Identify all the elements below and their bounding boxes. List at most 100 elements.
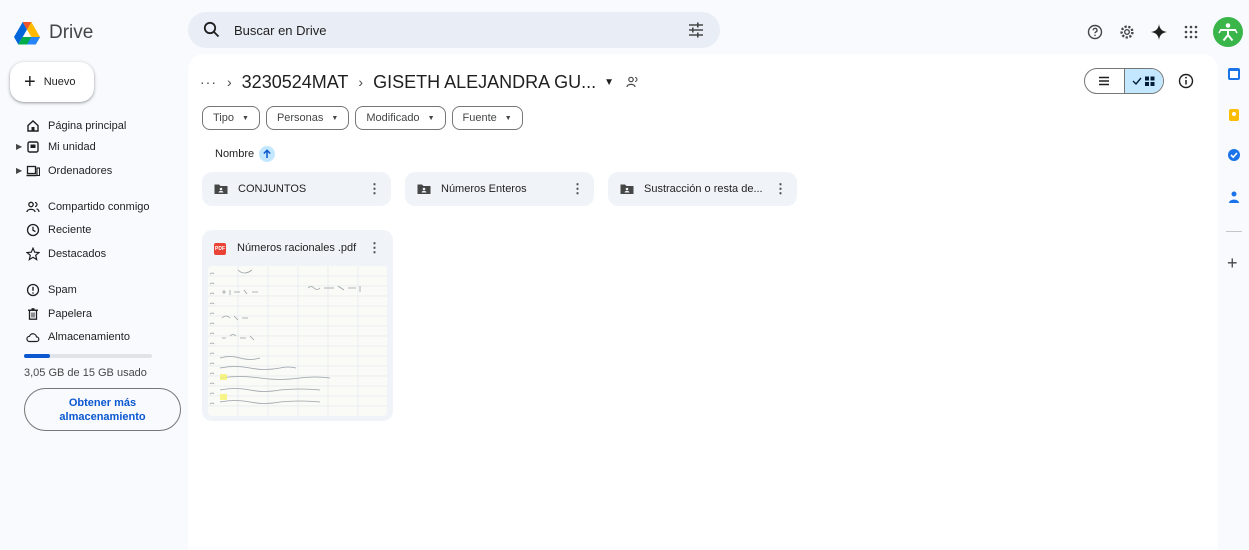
- computer-icon: [26, 165, 40, 177]
- contacts-icon[interactable]: [1227, 190, 1241, 204]
- more-options-icon[interactable]: ⋮: [368, 240, 381, 256]
- sidebar-item-computers[interactable]: ▶ Ordenadores: [0, 161, 188, 181]
- info-icon[interactable]: [1176, 71, 1196, 91]
- filter-label: Modificado: [366, 112, 420, 124]
- breadcrumb-parent[interactable]: 3230524MAT: [242, 72, 349, 93]
- filter-source[interactable]: Fuente ▼: [451, 106, 523, 130]
- filter-modified[interactable]: Modificado ▼: [355, 106, 446, 130]
- filter-people[interactable]: Personas ▼: [265, 106, 350, 130]
- dropdown-arrow-icon[interactable]: ▼: [604, 77, 614, 88]
- tasks-icon[interactable]: [1227, 148, 1241, 162]
- cloud-icon: [26, 333, 40, 343]
- more-options-icon[interactable]: ⋮: [774, 181, 787, 197]
- my-drive-icon: [27, 141, 39, 153]
- sidebar-item-label: Mi unidad: [48, 141, 96, 153]
- expand-caret-icon[interactable]: ▶: [16, 166, 22, 175]
- storage-usage-fill: [24, 354, 50, 358]
- sidebar-item-starred[interactable]: Destacados: [0, 244, 188, 264]
- search-options-icon[interactable]: [686, 20, 706, 40]
- gemini-button[interactable]: [1143, 16, 1175, 48]
- sidebar-item-label: Destacados: [48, 248, 107, 260]
- keep-icon[interactable]: [1227, 108, 1241, 122]
- search-bar[interactable]: [188, 12, 720, 48]
- help-button[interactable]: [1079, 16, 1111, 48]
- arrow-up-icon: [263, 149, 271, 158]
- file-thumbnail: [208, 266, 387, 416]
- sidebar-item-label: Spam: [48, 284, 77, 296]
- get-more-storage-label: Obtener más almacenamiento: [59, 396, 145, 424]
- breadcrumb-more[interactable]: ···: [200, 74, 217, 90]
- folder-item[interactable]: Números Enteros ⋮: [405, 172, 594, 206]
- sort-by-name[interactable]: Nombre: [215, 146, 276, 162]
- search-input[interactable]: [234, 22, 654, 38]
- calendar-icon[interactable]: [1227, 67, 1241, 81]
- gear-icon: [1120, 25, 1134, 39]
- breadcrumb-current[interactable]: GISETH ALEJANDRA GU...: [373, 72, 596, 93]
- shared-icon: [26, 201, 40, 213]
- shared-folder-icon: [214, 184, 228, 194]
- get-more-storage-button[interactable]: Obtener más almacenamiento: [24, 388, 181, 431]
- clock-icon: [26, 223, 40, 237]
- sort-ascending-button[interactable]: [259, 146, 276, 162]
- chevron-right-icon: ›: [358, 74, 364, 90]
- star-icon: [26, 247, 40, 261]
- help-icon: [1087, 24, 1103, 40]
- trash-icon: [28, 308, 38, 320]
- rail-divider: [1226, 231, 1242, 232]
- new-button[interactable]: + Nuevo: [10, 62, 94, 102]
- more-options-icon[interactable]: ⋮: [368, 181, 381, 197]
- storage-usage-text: 3,05 GB de 15 GB usado: [24, 367, 147, 379]
- get-more-line-2: almacenamiento: [59, 410, 146, 423]
- folder-item[interactable]: CONJUNTOS ⋮: [202, 172, 391, 206]
- filter-type[interactable]: Tipo ▼: [202, 106, 260, 130]
- more-options-icon[interactable]: ⋮: [571, 181, 584, 197]
- folder-name: Sustracción o resta de...: [644, 183, 763, 195]
- filter-label: Personas: [276, 112, 324, 124]
- filter-chips: Tipo ▼ Personas ▼ Modificado ▼ Fuente ▼: [202, 106, 529, 130]
- shared-folder-icon: [417, 184, 431, 194]
- right-side-panel: +: [1218, 56, 1249, 550]
- check-grid-icon: [1132, 76, 1155, 86]
- drive-logo[interactable]: Drive: [14, 17, 154, 49]
- folder-item[interactable]: Sustracción o resta de... ⋮: [608, 172, 797, 206]
- list-view-button[interactable]: [1085, 69, 1124, 93]
- account-avatar[interactable]: [1213, 17, 1243, 47]
- pdf-icon: PDF: [214, 243, 226, 255]
- grid-view-button[interactable]: [1123, 69, 1163, 93]
- main-content: ··· › 3230524MAT › GISETH ALEJANDRA GU..…: [188, 54, 1218, 550]
- folder-name: Números Enteros: [441, 183, 527, 195]
- shared-folder-icon: [626, 76, 638, 88]
- sidebar-item-recent[interactable]: Reciente: [0, 220, 188, 240]
- filter-label: Tipo: [213, 112, 234, 124]
- sidebar-item-home[interactable]: Página principal: [0, 116, 188, 136]
- apps-button[interactable]: [1175, 16, 1207, 48]
- account-logo-icon: [1218, 23, 1238, 42]
- apps-grid-icon: [1184, 25, 1198, 39]
- sidebar-item-storage[interactable]: Almacenamiento: [0, 327, 188, 347]
- expand-caret-icon[interactable]: ▶: [16, 142, 22, 151]
- sidebar-item-spam[interactable]: Spam: [0, 280, 188, 300]
- sidebar-item-trash[interactable]: Papelera: [0, 304, 188, 324]
- new-button-label: Nuevo: [43, 76, 76, 88]
- shared-folder-icon: [620, 184, 634, 194]
- sidebar-item-shared[interactable]: Compartido conmigo: [0, 197, 188, 217]
- home-icon: [27, 120, 39, 132]
- add-addon-icon[interactable]: +: [1227, 254, 1238, 272]
- sidebar-item-label: Compartido conmigo: [48, 201, 150, 213]
- file-card[interactable]: PDF Números racionales .pdf ⋮: [202, 230, 393, 421]
- sidebar-item-label: Reciente: [48, 224, 92, 236]
- chevron-down-icon: ▼: [242, 114, 249, 122]
- sparkle-icon: [1151, 24, 1167, 40]
- file-name: Números racionales .pdf: [237, 242, 357, 254]
- sidebar-item-my-drive[interactable]: ▶ Mi unidad: [0, 137, 188, 157]
- settings-button[interactable]: [1111, 16, 1143, 48]
- search-icon[interactable]: [202, 20, 222, 40]
- spam-icon: [26, 283, 40, 297]
- top-actions: [1079, 14, 1249, 50]
- handwritten-page-image: [208, 266, 387, 416]
- sort-label: Nombre: [215, 148, 255, 160]
- view-toggle: [1084, 68, 1164, 94]
- sidebar-item-label: Ordenadores: [48, 165, 113, 177]
- sidebar-item-label: Papelera: [48, 308, 93, 320]
- get-more-line-1: Obtener más: [68, 396, 137, 409]
